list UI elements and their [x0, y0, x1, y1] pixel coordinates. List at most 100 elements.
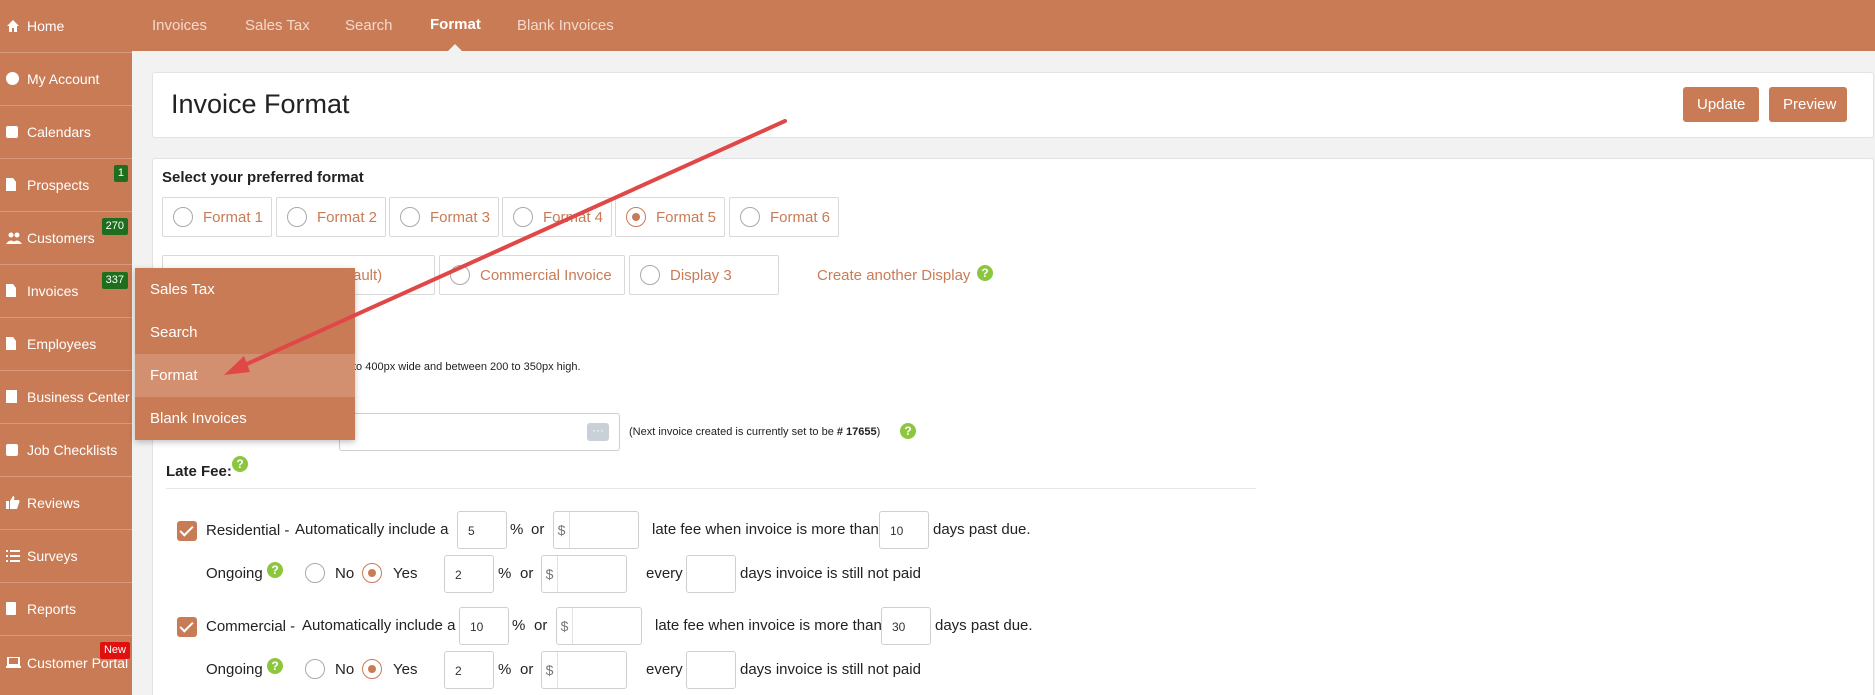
thumbs-up-icon — [6, 496, 20, 510]
display-option-3[interactable]: Display 3 — [629, 255, 779, 295]
help-icon[interactable]: ? — [267, 658, 283, 674]
format-option-1[interactable]: Format 1 — [162, 197, 272, 237]
dollar-prefix: $ — [542, 556, 558, 592]
commercial-dollar-input[interactable]: $ — [556, 607, 642, 645]
ongoing-yes-radio[interactable] — [362, 563, 382, 583]
next-invoice-note-prefix: (Next invoice created is currently set t… — [629, 426, 837, 438]
flyout-item-search[interactable]: Search — [135, 311, 355, 354]
format-option-2[interactable]: Format 2 — [276, 197, 386, 237]
format-option-label: Format 5 — [656, 208, 717, 226]
ongoing-percent-input[interactable]: 2 — [444, 555, 494, 593]
calendar-icon — [6, 125, 20, 139]
dollar-prefix: $ — [557, 608, 573, 644]
tab-search[interactable]: Search — [345, 0, 393, 51]
sidebar-item-invoices[interactable]: Invoices 337 — [0, 265, 132, 318]
commercial-checkbox[interactable] — [177, 617, 197, 637]
user-circle-icon — [6, 72, 20, 86]
more-options-icon[interactable]: ··· — [587, 423, 609, 441]
display-option-label: Commercial Invoice — [480, 266, 612, 284]
document-icon — [6, 337, 20, 351]
display-option-commercial[interactable]: Commercial Invoice — [439, 255, 625, 295]
next-invoice-note: (Next invoice created is currently set t… — [629, 426, 880, 438]
sidebar-item-job-checklists[interactable]: Job Checklists — [0, 424, 132, 477]
sidebar-item-my-account[interactable]: My Account — [0, 53, 132, 106]
radio-button — [173, 207, 193, 227]
ongoing-no-radio[interactable] — [305, 659, 325, 679]
commercial-days-input[interactable]: 30 — [881, 607, 931, 645]
ongoing-end-text: days invoice is still not paid — [740, 661, 921, 678]
update-button[interactable]: Update — [1683, 87, 1759, 122]
sidebar-item-reports[interactable]: Reports — [0, 583, 132, 636]
format-option-5[interactable]: Format 5 — [615, 197, 725, 237]
document-icon — [6, 284, 20, 298]
top-nav: Invoices Sales Tax Search Format Blank I… — [132, 0, 1875, 51]
logo-size-note: to 400px wide and between 200 to 350px h… — [353, 361, 581, 373]
residential-checkbox[interactable] — [177, 521, 197, 541]
percent-sign: % — [510, 521, 524, 538]
tab-sales-tax[interactable]: Sales Tax — [245, 0, 310, 51]
ongoing-days-input[interactable] — [686, 555, 736, 593]
ongoing-no-radio[interactable] — [305, 563, 325, 583]
commercial-percent-input[interactable]: 10 — [459, 607, 509, 645]
residential-auto-text: Automatically include a — [295, 521, 449, 538]
yes-label: Yes — [393, 661, 418, 678]
invoice-number-input[interactable]: ··· — [339, 413, 620, 451]
or-text: or — [534, 617, 548, 634]
ongoing-end-text: days invoice is still not paid — [740, 565, 921, 582]
ongoing-percent-input[interactable]: 2 — [444, 651, 494, 689]
sidebar-item-home[interactable]: Home — [0, 0, 132, 53]
sidebar-item-customers[interactable]: Customers 270 — [0, 212, 132, 265]
new-badge: New — [99, 642, 130, 659]
ongoing-dollar-input[interactable]: $ — [541, 651, 627, 689]
sidebar-item-employees[interactable]: Employees — [0, 318, 132, 371]
preview-button[interactable]: Preview — [1769, 87, 1847, 122]
format-option-3[interactable]: Format 3 — [389, 197, 499, 237]
flyout-item-blank-invoices[interactable]: Blank Invoices — [135, 397, 355, 440]
help-icon[interactable]: ? — [267, 562, 283, 578]
help-icon[interactable]: ? — [977, 265, 993, 281]
percent-sign: % — [498, 565, 512, 582]
format-option-4[interactable]: Format 4 — [502, 197, 612, 237]
sidebar-item-label: Home — [27, 18, 65, 34]
residential-label: Residential - — [206, 522, 290, 539]
ongoing-dollar-input[interactable]: $ — [541, 555, 627, 593]
laptop-icon — [6, 655, 21, 670]
radio-button — [400, 207, 420, 227]
sidebar-item-label: Reviews — [27, 495, 80, 511]
checklist-icon — [6, 443, 20, 457]
radio-button — [450, 265, 470, 285]
sidebar-item-customer-portal[interactable]: Customer Portal New — [0, 636, 132, 689]
ongoing-yes-radio[interactable] — [362, 659, 382, 679]
flyout-item-format[interactable]: Format — [135, 354, 355, 397]
create-display-link[interactable]: Create another Display — [817, 267, 970, 284]
residential-days-input[interactable]: 10 — [879, 511, 929, 549]
commercial-label: Commercial - — [206, 618, 296, 635]
every-text: every — [646, 565, 683, 582]
flyout-item-sales-tax[interactable]: Sales Tax — [135, 268, 355, 311]
residential-dollar-input[interactable]: $ — [553, 511, 639, 549]
sidebar-item-calendars[interactable]: Calendars — [0, 106, 132, 159]
format-option-label: Format 3 — [430, 208, 491, 226]
active-tab-caret — [448, 44, 463, 51]
tab-blank-invoices[interactable]: Blank Invoices — [517, 0, 614, 51]
sidebar-item-label: Calendars — [27, 124, 91, 140]
sidebar-item-reviews[interactable]: Reviews — [0, 477, 132, 530]
ongoing-label: Ongoing — [206, 565, 263, 582]
commercial-end-text: days past due. — [935, 617, 1033, 634]
sidebar-item-prospects[interactable]: Prospects 1 — [0, 159, 132, 212]
ongoing-days-input[interactable] — [686, 651, 736, 689]
format-settings-panel: Select your preferred format Format 1 Fo… — [152, 158, 1874, 695]
count-badge: 337 — [101, 272, 128, 289]
residential-percent-input[interactable]: 5 — [457, 511, 507, 549]
tab-invoices[interactable]: Invoices — [152, 0, 207, 51]
sidebar-item-business-center[interactable]: Business Center — [0, 371, 132, 424]
help-icon[interactable]: ? — [232, 456, 248, 472]
tab-format[interactable]: Format — [430, 0, 481, 51]
sidebar-item-label: Prospects — [27, 177, 90, 193]
radio-button — [287, 207, 307, 227]
sidebar-item-surveys[interactable]: Surveys — [0, 530, 132, 583]
format-heading: Select your preferred format — [162, 169, 364, 186]
help-icon[interactable]: ? — [900, 423, 916, 439]
format-option-6[interactable]: Format 6 — [729, 197, 839, 237]
format-option-label: Format 1 — [203, 208, 264, 226]
